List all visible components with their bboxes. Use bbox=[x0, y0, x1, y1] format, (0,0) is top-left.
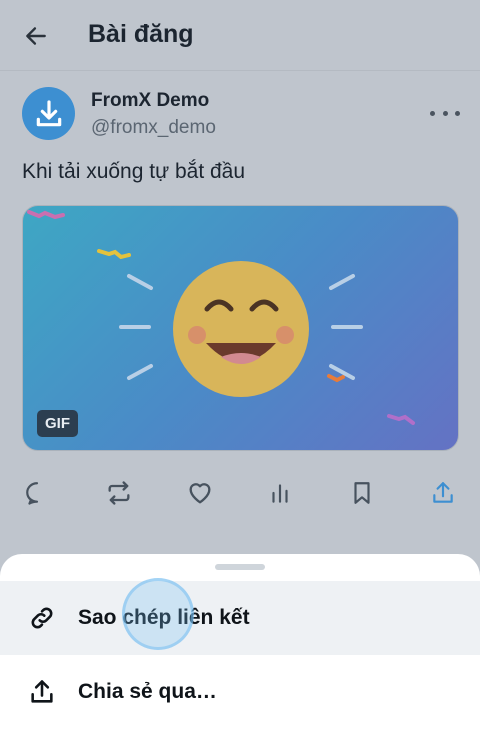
views-button[interactable] bbox=[265, 478, 295, 508]
author-handle[interactable]: @fromx_demo bbox=[91, 117, 216, 139]
bookmark-button[interactable] bbox=[347, 478, 377, 508]
touch-indicator bbox=[122, 578, 194, 650]
post-text: Khi tải xuống tự bắt đầu bbox=[22, 160, 246, 183]
more-dot-icon bbox=[430, 110, 435, 116]
author-name[interactable]: FromX Demo bbox=[91, 90, 209, 112]
avatar[interactable] bbox=[22, 87, 75, 140]
like-button[interactable] bbox=[185, 478, 215, 508]
sheet-drag-handle[interactable] bbox=[215, 564, 265, 570]
share-icon bbox=[28, 678, 56, 706]
bookmark-icon bbox=[354, 482, 370, 504]
more-dot-icon bbox=[455, 110, 460, 116]
share-via-label: Chia sẻ qua… bbox=[78, 680, 217, 703]
post-action-bar bbox=[0, 478, 480, 512]
reply-button[interactable] bbox=[22, 478, 52, 508]
bar-chart-icon bbox=[272, 484, 288, 503]
share-button[interactable] bbox=[428, 478, 458, 508]
back-button[interactable] bbox=[22, 22, 50, 50]
page-title: Bài đăng bbox=[88, 20, 194, 48]
gif-badge: GIF bbox=[37, 410, 78, 437]
copy-link-option[interactable]: Sao chép liên kết bbox=[0, 581, 480, 655]
app-header: Bài đăng bbox=[0, 0, 480, 71]
more-dot-icon bbox=[442, 110, 448, 116]
download-icon bbox=[36, 99, 61, 126]
comment-icon bbox=[26, 482, 39, 505]
heart-icon bbox=[189, 483, 211, 504]
emoji-animation-image bbox=[27, 210, 415, 425]
repost-button[interactable] bbox=[104, 478, 134, 508]
share-bottom-sheet: Sao chép liên kết Chia sẻ qua… bbox=[0, 554, 480, 755]
arrow-left-icon bbox=[26, 27, 46, 45]
link-icon bbox=[28, 604, 56, 632]
post-media[interactable]: GIF bbox=[22, 205, 459, 451]
repost-icon bbox=[108, 481, 130, 505]
more-options-button[interactable] bbox=[430, 105, 460, 121]
share-via-option[interactable]: Chia sẻ qua… bbox=[0, 655, 480, 729]
upload-share-icon bbox=[433, 482, 453, 503]
